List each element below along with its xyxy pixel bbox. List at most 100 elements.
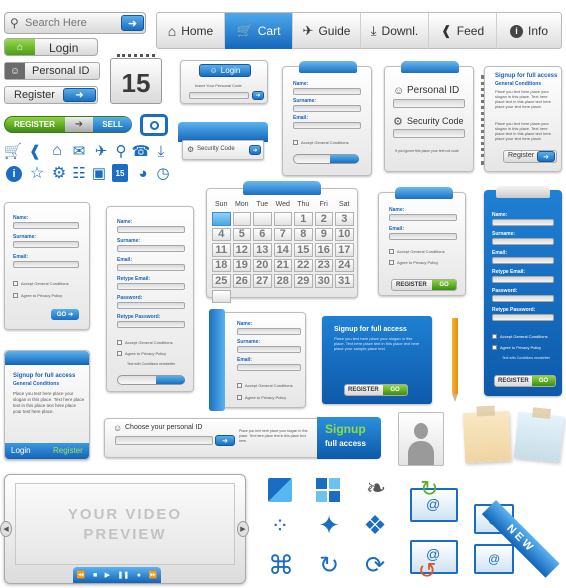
calendar-date-cell[interactable]: 15 bbox=[294, 243, 313, 257]
register-sell-toggle[interactable]: REGISTER ➜ SELL bbox=[4, 116, 132, 133]
calendar-date-cell[interactable]: 19 bbox=[232, 258, 251, 272]
calendar-date-cell[interactable]: 28 bbox=[273, 274, 292, 288]
retype-email-field[interactable] bbox=[117, 283, 185, 290]
retype-password-field[interactable] bbox=[117, 321, 185, 328]
accept-conditions[interactable]: Accept General Conditions bbox=[117, 340, 173, 346]
search-input[interactable] bbox=[25, 16, 120, 30]
security-code-field[interactable] bbox=[393, 129, 465, 138]
calendar-date-cell[interactable] bbox=[212, 212, 231, 226]
password-field[interactable] bbox=[492, 295, 554, 302]
calendar-date-cell[interactable]: 11 bbox=[212, 243, 231, 257]
calendar-date-cell[interactable] bbox=[253, 212, 272, 226]
go-button[interactable]: GO ➜ bbox=[51, 309, 79, 320]
privacy-policy[interactable]: Agree to Privacy Policy bbox=[492, 345, 541, 351]
privacy-policy[interactable]: Agree to Privacy Policy bbox=[117, 351, 166, 357]
register-go-button[interactable]: REGISTER GO bbox=[344, 384, 408, 396]
prev-button[interactable]: ◀ bbox=[0, 521, 12, 537]
calendar-date-cell[interactable]: 24 bbox=[335, 258, 354, 272]
calendar-date-cell[interactable]: 3 bbox=[335, 212, 354, 226]
personal-id-field[interactable] bbox=[393, 99, 465, 108]
email-field[interactable] bbox=[117, 264, 185, 271]
calendar-date-cell[interactable] bbox=[212, 289, 231, 303]
calendar-date-cell[interactable]: 26 bbox=[232, 274, 251, 288]
privacy-policy[interactable]: Agree to Privacy Policy bbox=[237, 395, 286, 401]
calendar-date-cell[interactable]: 8 bbox=[294, 227, 313, 241]
rewind-icon[interactable]: ⏪ bbox=[77, 571, 86, 579]
personal-id-bar-input[interactable] bbox=[115, 436, 213, 445]
signup-full-access-button[interactable]: Signup full access bbox=[317, 417, 381, 459]
fast-forward-icon[interactable]: ⏩ bbox=[148, 571, 157, 579]
calendar-date-cell[interactable]: 13 bbox=[253, 243, 272, 257]
personal-id-bar-go[interactable]: ➜ bbox=[215, 435, 235, 446]
register-button[interactable]: Register ➜ bbox=[4, 86, 98, 104]
accept-conditions[interactable]: Accept General Conditions bbox=[293, 140, 349, 146]
tab-guide[interactable]: ✈ Guide bbox=[293, 13, 361, 49]
privacy-checkbox[interactable] bbox=[237, 395, 242, 401]
play-icon[interactable]: ▶ bbox=[105, 571, 110, 579]
calendar-date-cell[interactable] bbox=[232, 212, 251, 226]
retype-password-field[interactable] bbox=[492, 314, 554, 321]
email-field[interactable] bbox=[389, 233, 457, 240]
surname-field[interactable] bbox=[492, 238, 554, 245]
email-field[interactable] bbox=[293, 122, 361, 129]
accept-conditions[interactable]: Accept General Conditions bbox=[13, 281, 69, 287]
calendar-date-cell[interactable]: 5 bbox=[232, 227, 251, 241]
calendar-date-cell[interactable]: 21 bbox=[273, 258, 292, 272]
stop-icon[interactable]: ■ bbox=[93, 572, 97, 579]
name-field[interactable] bbox=[389, 214, 457, 221]
calendar-date-cell[interactable]: 16 bbox=[314, 243, 333, 257]
calendar-date-cell[interactable]: 27 bbox=[253, 274, 272, 288]
retype-email-field[interactable] bbox=[492, 276, 554, 283]
email-field[interactable] bbox=[492, 257, 554, 264]
calendar-date-cell[interactable]: 18 bbox=[212, 258, 231, 272]
register-go-button[interactable]: REGISTER GO bbox=[494, 375, 556, 387]
name-field[interactable] bbox=[237, 328, 301, 335]
accept-checkbox[interactable] bbox=[389, 249, 394, 255]
privacy-checkbox[interactable] bbox=[492, 345, 497, 351]
accept-conditions[interactable]: Accept General Conditions bbox=[237, 383, 293, 389]
tab-home[interactable]: ⌂ Home bbox=[157, 13, 225, 49]
search-box[interactable]: ⚲ ➜ bbox=[4, 12, 146, 34]
reg-form-b-slider[interactable] bbox=[117, 375, 185, 385]
mini-login-input[interactable] bbox=[189, 92, 249, 99]
calendar-date-cell[interactable]: 6 bbox=[253, 227, 272, 241]
surname-field[interactable] bbox=[117, 245, 185, 252]
calendar-date-cell[interactable]: 12 bbox=[232, 243, 251, 257]
accept-checkbox[interactable] bbox=[293, 140, 298, 146]
accept-conditions[interactable]: Accept General Conditions bbox=[389, 249, 445, 255]
privacy-policy[interactable]: Agree to Privacy Policy bbox=[389, 260, 438, 266]
security-code-go[interactable]: ➜ bbox=[249, 145, 261, 155]
name-field[interactable] bbox=[293, 88, 361, 95]
accept-checkbox[interactable] bbox=[237, 383, 242, 389]
calendar-date-cell[interactable]: 23 bbox=[314, 258, 333, 272]
footer-register-link[interactable]: Register bbox=[53, 446, 83, 455]
email-field[interactable] bbox=[13, 261, 79, 268]
footer-login-link[interactable]: Login bbox=[11, 446, 31, 455]
login-button[interactable]: ⌂ Login bbox=[4, 38, 98, 56]
surname-field[interactable] bbox=[237, 346, 301, 353]
calendar-date-cell[interactable]: 17 bbox=[335, 243, 354, 257]
calendar-date-cell[interactable]: 1 bbox=[294, 212, 313, 226]
next-button[interactable]: ▶ bbox=[237, 521, 249, 537]
calendar-date-cell[interactable]: 2 bbox=[314, 212, 333, 226]
calendar-date-cell[interactable]: 4 bbox=[212, 227, 231, 241]
accept-conditions[interactable]: Accept General Conditions bbox=[492, 334, 548, 340]
calendar-date-cell[interactable]: 9 bbox=[314, 227, 333, 241]
calendar-date-cell[interactable]: 25 bbox=[212, 274, 231, 288]
signup-register-button[interactable]: Register ➜ bbox=[503, 150, 557, 163]
name-field[interactable] bbox=[13, 222, 79, 229]
name-field[interactable] bbox=[492, 219, 554, 226]
privacy-policy[interactable]: Agree to Privacy Policy bbox=[13, 293, 62, 299]
tab-info[interactable]: i Info bbox=[497, 13, 561, 49]
calendar-date-cell[interactable]: 14 bbox=[273, 243, 292, 257]
small-form-slider[interactable] bbox=[293, 154, 359, 164]
surname-field[interactable] bbox=[13, 241, 79, 248]
privacy-checkbox[interactable] bbox=[13, 293, 18, 299]
calendar-date-cell[interactable] bbox=[273, 212, 292, 226]
accept-checkbox[interactable] bbox=[492, 334, 497, 340]
privacy-checkbox[interactable] bbox=[117, 351, 122, 357]
mini-login-go[interactable]: ➜ bbox=[252, 91, 264, 100]
tab-download[interactable]: ⤓ Downl. bbox=[361, 13, 429, 49]
tab-feed[interactable]: ❰ Feed bbox=[429, 13, 497, 49]
record-icon[interactable]: ● bbox=[137, 572, 141, 579]
